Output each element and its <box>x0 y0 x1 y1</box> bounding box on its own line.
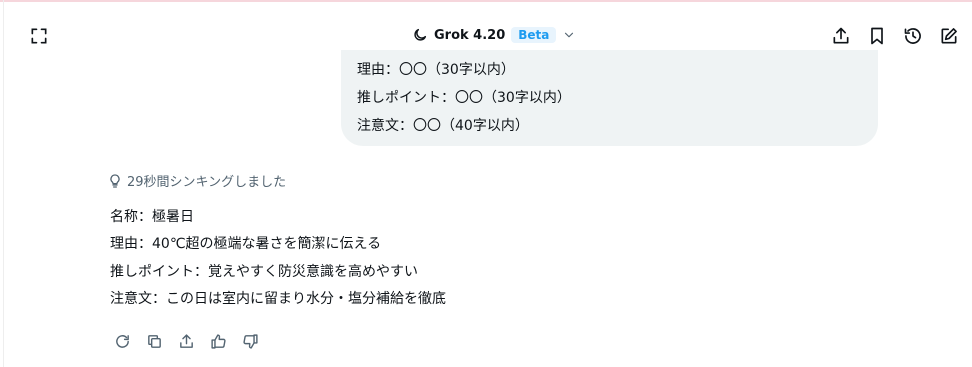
moon-icon <box>412 27 428 43</box>
model-selector[interactable]: Grok 4.20 Beta <box>412 22 576 48</box>
assistant-answer-line: 注意文：この日は室内に留まり水分・塩分補給を徹底 <box>110 291 446 307</box>
regenerate-icon <box>115 334 129 348</box>
copy-icon <box>147 334 161 348</box>
assistant-answer-line: 推しポイント：覚えやすく防災意識を高めやすい <box>110 264 418 280</box>
top-accent-line <box>0 0 972 2</box>
expand-icon <box>31 28 47 44</box>
user-message-line: 注意文：〇〇（40字以内） <box>357 118 529 134</box>
share-response-button[interactable] <box>175 330 197 352</box>
user-message-line: 理由：〇〇（30字以内） <box>357 62 515 78</box>
left-border <box>3 0 4 367</box>
beta-badge: Beta <box>511 27 557 43</box>
new-chat-button[interactable] <box>936 23 962 49</box>
dislike-button[interactable] <box>239 330 261 352</box>
thumbs-up-icon <box>210 333 226 349</box>
thumbs-down-icon <box>242 333 258 349</box>
share-icon <box>833 27 849 44</box>
model-name: Grok 4.20 <box>434 27 506 43</box>
share-button[interactable] <box>828 23 854 49</box>
bookmark-button[interactable] <box>864 23 890 49</box>
share-icon <box>179 333 193 348</box>
copy-button[interactable] <box>143 330 165 352</box>
history-icon <box>904 28 921 44</box>
thinking-toggle[interactable]: 29秒間シンキングしました <box>107 171 286 190</box>
bookmark-icon <box>871 27 883 45</box>
lightbulb-icon <box>110 173 120 188</box>
assistant-answer-line: 理由：40℃超の極端な暑さを簡潔に伝える <box>110 236 382 252</box>
expand-button[interactable] <box>26 23 52 49</box>
chevron-down-icon <box>562 28 576 42</box>
edit-icon <box>941 28 957 44</box>
user-message-line: 推しポイント：〇〇（30字以内） <box>357 90 571 106</box>
thinking-label: 29秒間シンキングしました <box>127 175 287 190</box>
user-message-bubble: 理由：〇〇（30字以内） 推しポイント：〇〇（30字以内） 注意文：〇〇（40字… <box>341 50 878 146</box>
regenerate-button[interactable] <box>111 330 133 352</box>
assistant-answer-line: 名称：極暑日 <box>110 209 194 225</box>
history-button[interactable] <box>900 23 926 49</box>
like-button[interactable] <box>207 330 229 352</box>
